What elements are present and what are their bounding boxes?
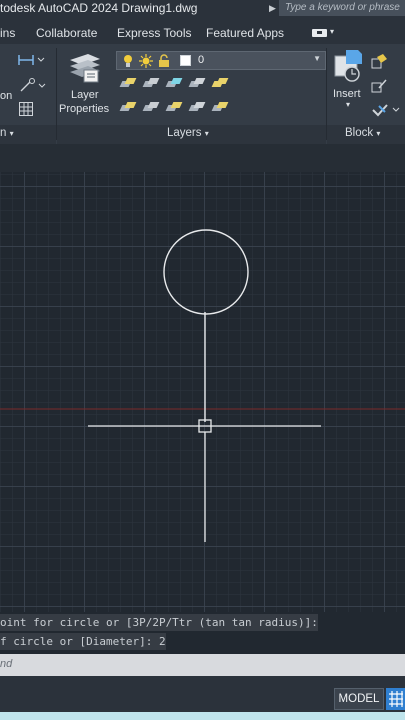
edit-block-icon[interactable]	[371, 78, 389, 99]
chevron-down-icon: ▾	[376, 129, 381, 138]
block-panel-label: Block	[345, 127, 374, 139]
file-tab-strip	[0, 144, 405, 172]
taskbar-edge	[0, 712, 405, 720]
command-history-line: oint for circle or [3P/2P/Ttr (tan tan r…	[0, 614, 318, 631]
panel-toggle-icon	[312, 29, 327, 37]
layer-isolate-icon[interactable]	[142, 78, 160, 90]
annotation-partial-label: on	[0, 90, 13, 102]
layer-lock-icon[interactable]	[188, 78, 206, 90]
layer-dropdown[interactable]: 0 ▼	[116, 51, 326, 70]
chevron-down-icon[interactable]: ▾	[346, 99, 350, 111]
dimension-icon[interactable]	[18, 52, 46, 73]
layers-panel-title[interactable]: Layers ▾	[167, 127, 209, 139]
tab-express-tools[interactable]: Express Tools	[117, 26, 191, 40]
table-icon[interactable]	[19, 102, 33, 121]
ribbon-panels: on Layer Properties 0 ▼ Insert ▾ n ▾ Lay…	[0, 44, 405, 144]
ribbon-options-dropdown[interactable]: ▾	[312, 27, 338, 38]
layer-off-icon[interactable]	[119, 78, 137, 90]
insert-block-icon[interactable]	[332, 50, 366, 89]
tab-plugins[interactable]: ins	[0, 26, 15, 40]
leader-icon[interactable]	[19, 77, 47, 98]
layer-properties-label-1: Layer	[71, 89, 99, 101]
layer-freeze-icon[interactable]	[165, 78, 183, 90]
sun-icon	[139, 54, 153, 73]
block-attributes-icon[interactable]	[371, 102, 401, 123]
chevron-down-icon: ▾	[204, 129, 209, 138]
drawing-canvas[interactable]	[0, 172, 405, 612]
layers-panel-label: Layers	[167, 127, 202, 139]
lightbulb-icon	[122, 54, 134, 73]
annotation-panel-title[interactable]: n ▾	[0, 127, 14, 139]
tab-featured-apps[interactable]: Featured Apps	[206, 26, 284, 40]
command-input-placeholder: nd	[0, 658, 13, 670]
model-space-button[interactable]: MODEL	[334, 688, 384, 710]
ribbon-tab-bar: ins Collaborate Express Tools Featured A…	[0, 20, 405, 44]
window-title: todesk AutoCAD 2024 Drawing1.dwg	[0, 1, 198, 15]
chevron-down-icon: ▾	[330, 27, 335, 36]
grid-icon	[389, 691, 403, 707]
layer-properties-icon[interactable]	[66, 50, 102, 89]
help-search-input[interactable]: Type a keyword or phrase	[279, 0, 405, 16]
create-block-icon[interactable]	[371, 54, 389, 75]
layer-color-swatch	[180, 55, 191, 66]
layer-walk-icon[interactable]	[142, 102, 160, 114]
grid-toggle-button[interactable]	[386, 688, 405, 710]
layer-unlock-icon[interactable]	[211, 102, 229, 114]
command-history-line: f circle or [Diameter]: 2	[0, 633, 166, 650]
chevron-down-icon: ▾	[9, 129, 14, 138]
title-bar: todesk AutoCAD 2024 Drawing1.dwg ▶ Type …	[0, 0, 405, 20]
layer-properties-label-2: Properties	[59, 103, 110, 115]
search-expand-icon[interactable]: ▶	[269, 3, 276, 14]
chevron-down-icon: ▼	[313, 54, 321, 63]
drawn-circle	[163, 229, 249, 315]
annotation-panel-label-partial: n	[0, 127, 7, 139]
layer-match-icon[interactable]	[211, 78, 229, 90]
command-input[interactable]: nd	[0, 654, 405, 676]
layer-previous-icon[interactable]	[119, 102, 137, 114]
block-panel-title[interactable]: Block ▾	[345, 127, 380, 139]
lock-icon	[158, 54, 170, 73]
layer-merge-icon[interactable]	[165, 102, 183, 114]
tab-collaborate[interactable]: Collaborate	[36, 26, 97, 40]
layer-thaw-icon[interactable]	[188, 102, 206, 114]
drawing-geometry	[0, 229, 405, 542]
current-layer-name: 0	[198, 54, 205, 66]
